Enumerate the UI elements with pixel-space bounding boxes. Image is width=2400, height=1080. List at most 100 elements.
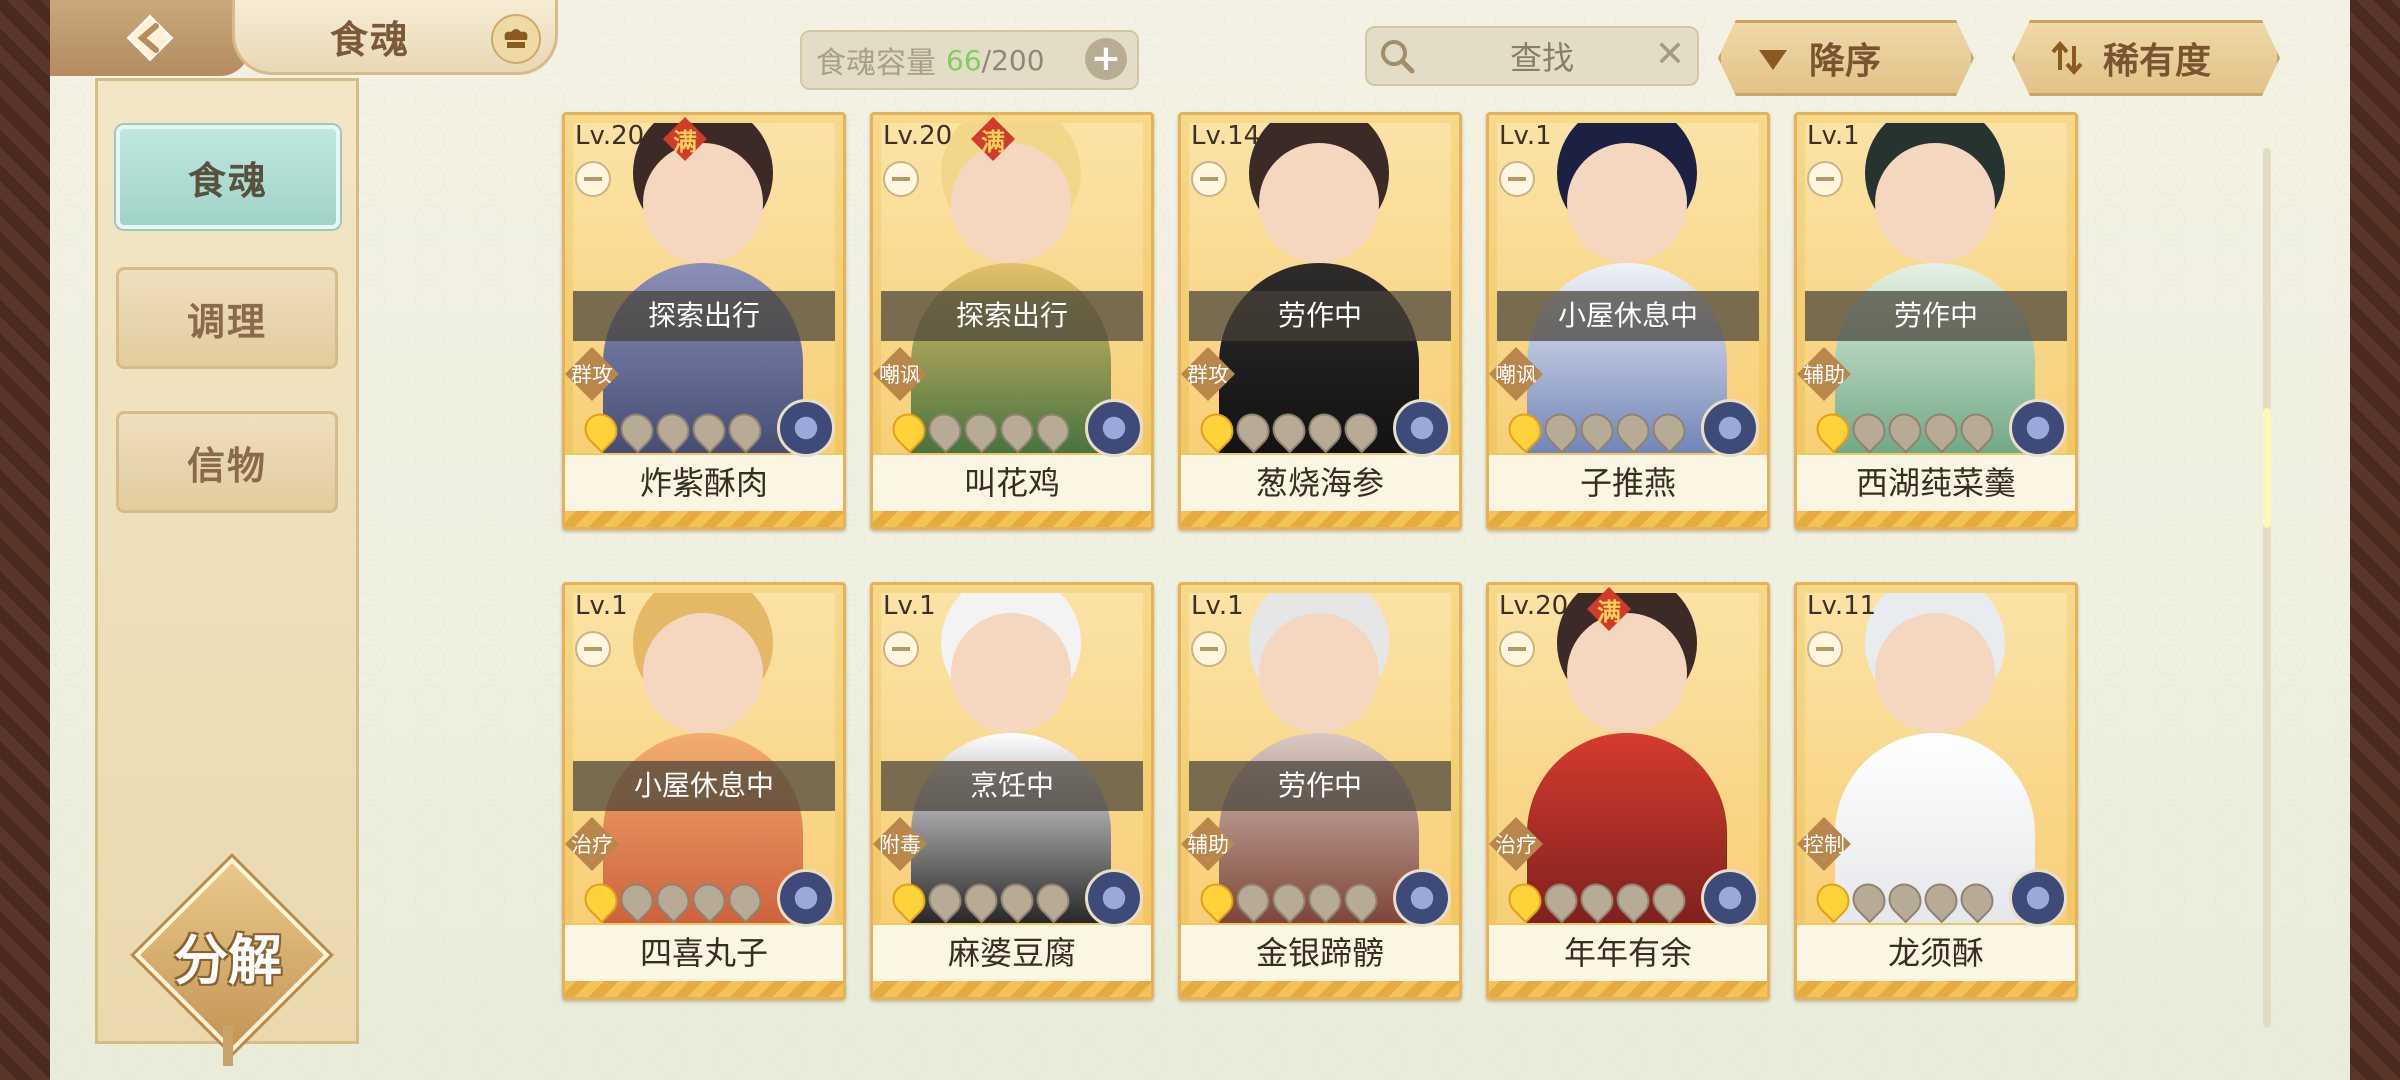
element-orb-icon bbox=[777, 869, 835, 927]
element-orb-icon bbox=[1393, 869, 1451, 927]
flame-star-icon bbox=[685, 876, 733, 924]
card-status: 劳作中 bbox=[1189, 291, 1451, 341]
search-box[interactable]: 查找 ✕ bbox=[1365, 26, 1699, 86]
sort-order-button[interactable]: 降序 bbox=[1718, 20, 1974, 96]
equipment-slot-icon bbox=[1499, 161, 1535, 197]
star-rating bbox=[577, 406, 769, 454]
flame-star-icon bbox=[1265, 876, 1313, 924]
food-soul-card[interactable]: Lv.11 控制 龙须酥 bbox=[1794, 582, 2078, 1000]
card-level: Lv.14 bbox=[1191, 121, 1261, 151]
search-placeholder: 查找 bbox=[1509, 39, 1574, 77]
card-name: 金银蹄髈 bbox=[1181, 925, 1459, 981]
flame-star-icon bbox=[1845, 406, 1893, 454]
scrollbar-thumb[interactable] bbox=[2263, 408, 2271, 528]
sidebar-item-tokens[interactable]: 信物 bbox=[116, 411, 338, 513]
page-title: 食魂 bbox=[330, 16, 411, 62]
right-frame bbox=[2350, 0, 2400, 1080]
card-footer-decoration bbox=[873, 981, 1151, 997]
equipment-slot-icon bbox=[1807, 161, 1843, 197]
expand-capacity-button[interactable]: + bbox=[1085, 38, 1127, 80]
flame-star-icon bbox=[921, 876, 969, 924]
scrollbar[interactable] bbox=[2263, 148, 2271, 1028]
card-name: 叫花鸡 bbox=[873, 455, 1151, 511]
card-footer-decoration bbox=[873, 511, 1151, 527]
food-soul-card[interactable]: Lv.20 满探索出行 群攻 炸紫酥肉 bbox=[562, 112, 846, 530]
card-footer-decoration bbox=[565, 981, 843, 997]
sidebar-item-food-souls[interactable]: 食魂 bbox=[116, 125, 340, 229]
flame-star-icon bbox=[1917, 876, 1965, 924]
food-soul-card[interactable]: Lv.20 满治疗 年年有余 bbox=[1486, 582, 1770, 1000]
equipment-slot-icon bbox=[575, 161, 611, 197]
card-footer-decoration bbox=[1797, 981, 2075, 997]
food-soul-card[interactable]: Lv.1 小屋休息中 治疗 四喜丸子 bbox=[562, 582, 846, 1000]
element-orb-icon bbox=[2009, 869, 2067, 927]
capacity-max: /200 bbox=[981, 43, 1045, 77]
sort-rarity-label: 稀有度 bbox=[2103, 40, 2212, 82]
element-orb-icon bbox=[777, 399, 835, 457]
flame-star-icon bbox=[1265, 406, 1313, 454]
flame-star-icon bbox=[1301, 406, 1349, 454]
sidebar: 食魂 调理 信物 分解 bbox=[95, 78, 359, 1066]
card-status: 劳作中 bbox=[1805, 291, 2067, 341]
card-level: Lv.11 bbox=[1807, 591, 1877, 621]
star-rating bbox=[1809, 876, 2001, 924]
card-footer-decoration bbox=[565, 511, 843, 527]
card-footer-decoration bbox=[1181, 981, 1459, 997]
food-soul-card[interactable]: Lv.1 小屋休息中 嘲讽 子推燕 bbox=[1486, 112, 1770, 530]
food-soul-card[interactable]: Lv.20 满探索出行 嘲讽 叫花鸡 bbox=[870, 112, 1154, 530]
card-level: Lv.1 bbox=[1191, 591, 1244, 621]
star-rating bbox=[885, 876, 1077, 924]
flame-star-icon bbox=[885, 876, 933, 924]
equipment-slot-icon bbox=[883, 161, 919, 197]
card-name: 西湖莼菜羹 bbox=[1797, 455, 2075, 511]
page-title-tab: 食魂 bbox=[232, 0, 558, 75]
flame-star-icon bbox=[957, 406, 1005, 454]
flame-star-icon bbox=[993, 876, 1041, 924]
food-soul-card[interactable]: Lv.1 烹饪中 附毒 麻婆豆腐 bbox=[870, 582, 1154, 1000]
flame-star-icon bbox=[1573, 406, 1621, 454]
card-name: 子推燕 bbox=[1489, 455, 1767, 511]
flame-star-icon bbox=[649, 406, 697, 454]
element-orb-icon bbox=[2009, 399, 2067, 457]
card-name: 炸紫酥肉 bbox=[565, 455, 843, 511]
flame-star-icon bbox=[1229, 876, 1277, 924]
food-soul-card[interactable]: Lv.1 劳作中 辅助 西湖莼菜羹 bbox=[1794, 112, 2078, 530]
flame-star-icon bbox=[957, 876, 1005, 924]
food-soul-card[interactable]: Lv.1 劳作中 辅助 金银蹄髈 bbox=[1178, 582, 1462, 1000]
card-level: Lv.1 bbox=[575, 591, 628, 621]
decompose-button[interactable]: 分解 bbox=[134, 857, 330, 1066]
card-footer-decoration bbox=[1489, 511, 1767, 527]
flame-star-icon bbox=[649, 876, 697, 924]
element-orb-icon bbox=[1701, 399, 1759, 457]
sort-rarity-button[interactable]: 稀有度 bbox=[2012, 20, 2280, 96]
element-orb-icon bbox=[1085, 869, 1143, 927]
flame-star-icon bbox=[993, 406, 1041, 454]
chef-hat-icon[interactable] bbox=[491, 14, 541, 64]
star-rating bbox=[1501, 406, 1693, 454]
flame-star-icon bbox=[1609, 876, 1657, 924]
equipment-slot-icon bbox=[575, 631, 611, 667]
flame-star-icon bbox=[613, 406, 661, 454]
flame-star-icon bbox=[1917, 406, 1965, 454]
flame-star-icon bbox=[613, 876, 661, 924]
flame-star-icon bbox=[1573, 876, 1621, 924]
clear-search-icon[interactable]: ✕ bbox=[1655, 34, 1685, 75]
card-footer-decoration bbox=[1181, 511, 1459, 527]
card-status: 探索出行 bbox=[881, 291, 1143, 341]
equipment-slot-icon bbox=[1191, 161, 1227, 197]
sidebar-item-conditioning[interactable]: 调理 bbox=[116, 267, 338, 369]
element-orb-icon bbox=[1085, 399, 1143, 457]
flame-star-icon bbox=[1301, 876, 1349, 924]
star-rating bbox=[1809, 406, 2001, 454]
card-status: 小屋休息中 bbox=[1497, 291, 1759, 341]
card-level: Lv.1 bbox=[1807, 121, 1860, 151]
sort-order-label: 降序 bbox=[1809, 40, 1882, 82]
card-name: 四喜丸子 bbox=[565, 925, 843, 981]
back-button[interactable] bbox=[50, 0, 250, 76]
flame-star-icon bbox=[1501, 406, 1549, 454]
sidebar-item-label: 调理 bbox=[186, 298, 267, 344]
flame-star-icon bbox=[1193, 876, 1241, 924]
card-footer-decoration bbox=[1489, 981, 1767, 997]
food-soul-card[interactable]: Lv.14 劳作中 群攻 葱烧海参 bbox=[1178, 112, 1462, 530]
flame-star-icon bbox=[577, 406, 625, 454]
